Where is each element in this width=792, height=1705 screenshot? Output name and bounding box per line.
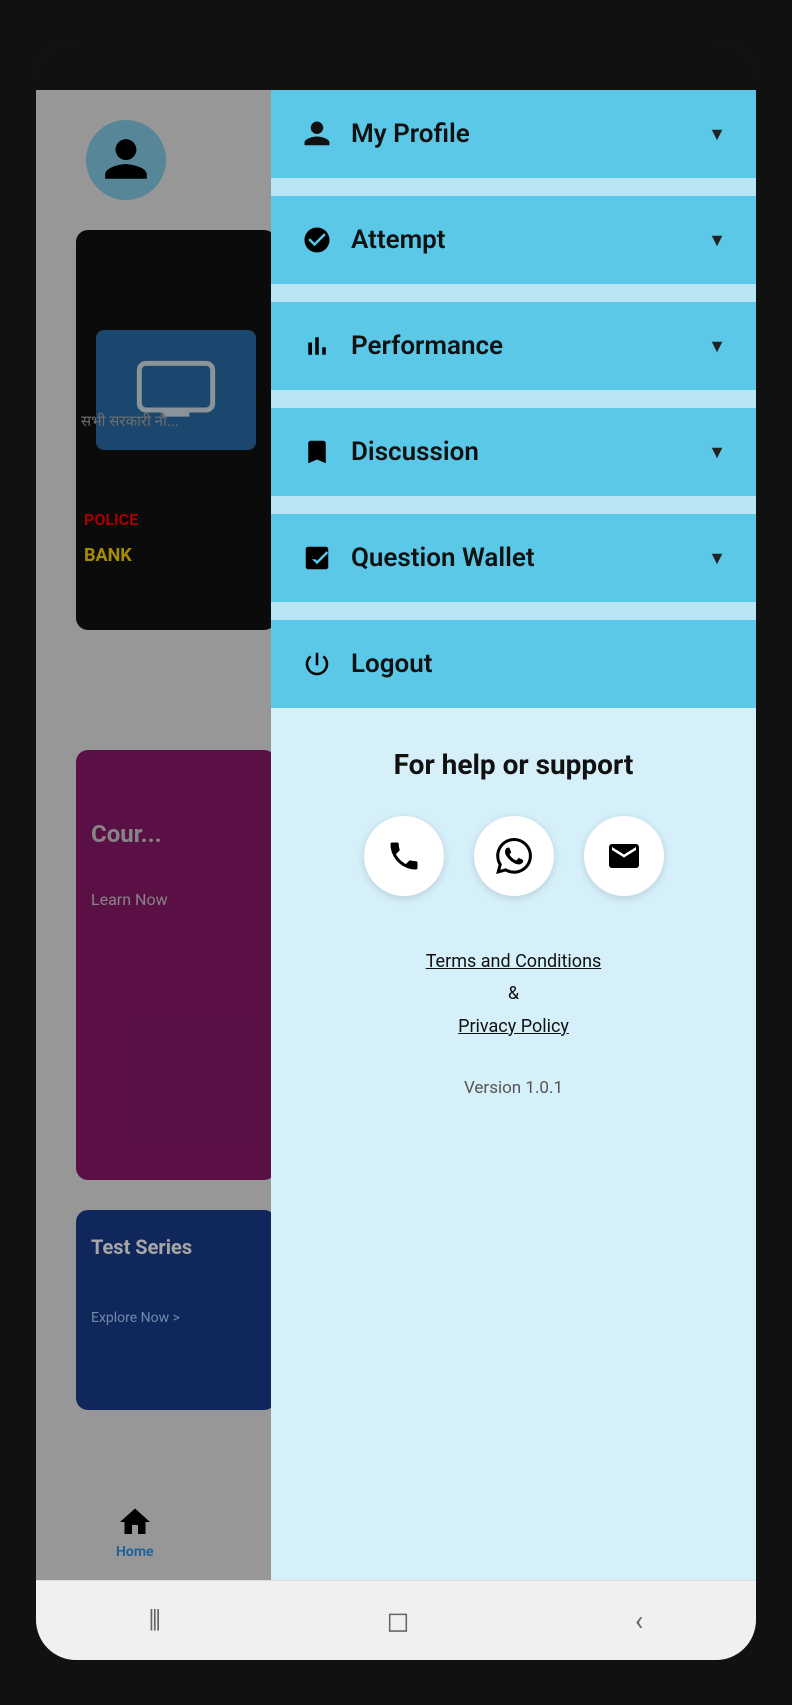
- chevron-down-icon: ▼: [708, 548, 726, 569]
- menu-divider-2: [271, 284, 756, 302]
- email-button[interactable]: [584, 816, 664, 896]
- support-title: For help or support: [394, 748, 634, 781]
- screen: सभी सरकारी नौ... POLICE BANK Cour... Lea…: [36, 90, 756, 1580]
- bar-chart-icon: [301, 330, 333, 362]
- chevron-down-icon: ▼: [708, 124, 726, 145]
- phone-frame: सभी सरकारी नौ... POLICE BANK Cour... Lea…: [36, 40, 756, 1660]
- question-wallet-label: Question Wallet: [351, 543, 535, 573]
- privacy-policy-link[interactable]: Privacy Policy: [426, 1011, 602, 1043]
- whatsapp-button[interactable]: [474, 816, 554, 896]
- phone-button[interactable]: [364, 816, 444, 896]
- menu-item-question-wallet[interactable]: Question Wallet ▼: [271, 514, 756, 602]
- status-bar: [36, 40, 756, 90]
- overlay-dim: [36, 90, 276, 1580]
- menu-button[interactable]: ⦀: [129, 1594, 181, 1648]
- menu-divider-1: [271, 178, 756, 196]
- logout-label: Logout: [351, 649, 433, 679]
- menu-item-left: Performance: [301, 330, 503, 362]
- support-icons: [364, 816, 664, 896]
- support-section: For help or support: [271, 708, 756, 1580]
- bookmark-icon: [301, 436, 333, 468]
- version-label: Version 1.0.1: [464, 1078, 563, 1098]
- my-profile-label: My Profile: [351, 119, 470, 149]
- discussion-label: Discussion: [351, 437, 479, 467]
- menu-item-left: Question Wallet: [301, 542, 535, 574]
- chevron-down-icon: ▼: [708, 442, 726, 463]
- bottom-nav: ⦀ ◻ ‹: [36, 1580, 756, 1660]
- chevron-down-icon: ▼: [708, 230, 726, 251]
- menu-divider-3: [271, 390, 756, 408]
- and-label: &: [426, 978, 602, 1010]
- menu-item-discussion[interactable]: Discussion ▼: [271, 408, 756, 496]
- menu-item-left: My Profile: [301, 118, 470, 150]
- terms-section: Terms and Conditions & Privacy Policy: [426, 946, 602, 1043]
- performance-label: Performance: [351, 331, 503, 361]
- receipt-icon: [301, 542, 333, 574]
- person-icon: [301, 118, 333, 150]
- menu-item-performance[interactable]: Performance ▼: [271, 302, 756, 390]
- terms-link[interactable]: Terms and Conditions: [426, 946, 602, 978]
- power-icon: [301, 648, 333, 680]
- menu-item-logout[interactable]: Logout: [271, 620, 756, 708]
- chevron-down-icon: ▼: [708, 336, 726, 357]
- notch: [316, 55, 476, 75]
- side-drawer: My Profile ▼ Attempt ▼: [271, 90, 756, 1580]
- menu-item-left: Attempt: [301, 224, 446, 256]
- back-button[interactable]: ‹: [615, 1594, 663, 1647]
- attempt-label: Attempt: [351, 225, 446, 255]
- checkmark-circle-icon: [301, 224, 333, 256]
- menu-divider-4: [271, 496, 756, 514]
- menu-item-attempt[interactable]: Attempt ▼: [271, 196, 756, 284]
- menu-item-my-profile[interactable]: My Profile ▼: [271, 90, 756, 178]
- menu-item-left: Discussion: [301, 436, 479, 468]
- home-button[interactable]: ◻: [366, 1594, 429, 1647]
- menu-divider-5: [271, 602, 756, 620]
